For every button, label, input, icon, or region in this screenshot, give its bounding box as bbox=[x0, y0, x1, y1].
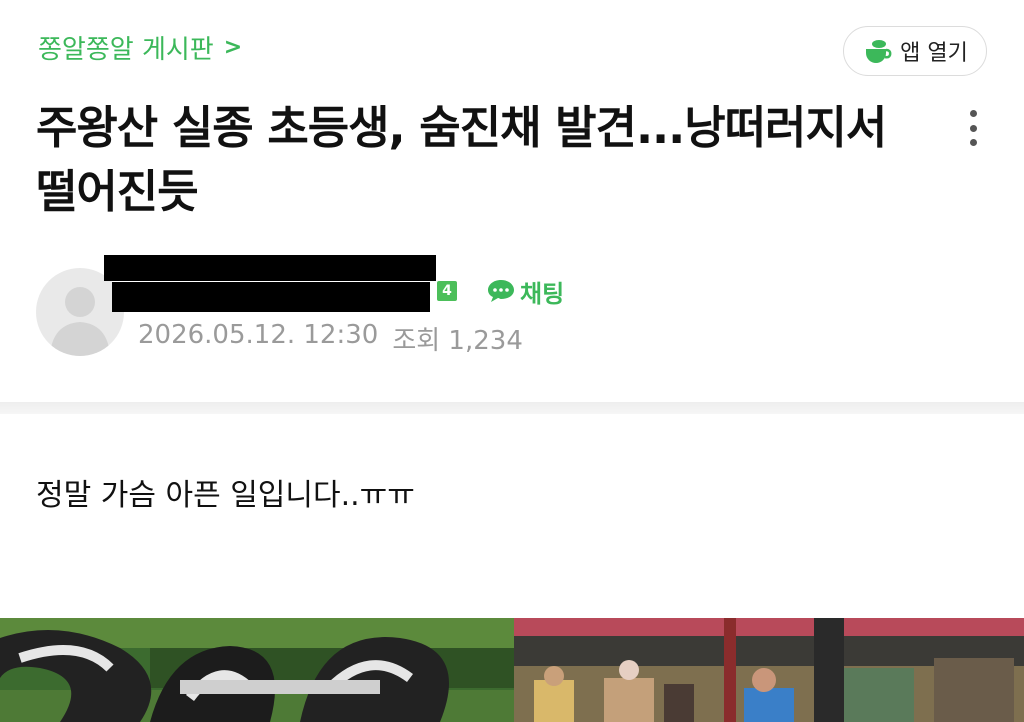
post-body: 정말 가슴 아픈 일입니다..ㅠㅠ bbox=[36, 478, 415, 513]
board-name: 쫑알쫑알 게시판 bbox=[38, 34, 214, 65]
section-divider bbox=[0, 402, 1024, 414]
post-views: 조회 1,234 bbox=[392, 326, 523, 356]
more-vertical-icon[interactable] bbox=[958, 110, 988, 146]
post-date: 2026.05.12. 12:30 bbox=[138, 320, 379, 350]
post-image-left[interactable] bbox=[0, 618, 514, 722]
chat-bubble-icon bbox=[488, 280, 514, 302]
app-open-button[interactable]: 앱 열기 bbox=[843, 26, 987, 76]
post-meta: 2026.05.12. 12:30 조회 1,234 bbox=[138, 320, 523, 357]
chat-label: 채팅 bbox=[520, 279, 565, 308]
post-title: 주왕산 실종 초등생, 숨진채 발견...낭떠러지서 떨어진듯 bbox=[36, 101, 887, 218]
app-open-label: 앱 열기 bbox=[900, 41, 968, 66]
redacted-author-info bbox=[112, 282, 430, 312]
post-image-right[interactable] bbox=[514, 618, 1024, 722]
author-level-badge: 4 bbox=[437, 281, 457, 301]
chat-button[interactable]: 채팅 bbox=[486, 276, 565, 308]
cup-icon bbox=[866, 40, 892, 63]
board-link[interactable]: 쫑알쫑알 게시판 > bbox=[38, 30, 243, 65]
redacted-author-name bbox=[104, 255, 436, 281]
chevron-right-icon: > bbox=[223, 34, 243, 60]
default-avatar-icon[interactable] bbox=[36, 268, 124, 356]
